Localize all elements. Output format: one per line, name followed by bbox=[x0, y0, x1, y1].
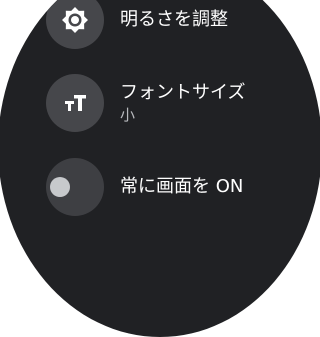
settings-screen: 明るさを調整 フォントサイズ 小 常に画面を ON bbox=[0, 0, 320, 337]
always-on-toggle[interactable] bbox=[46, 158, 104, 216]
always-on-screen-setting[interactable]: 常に画面を ON bbox=[46, 158, 320, 216]
font-size-value: 小 bbox=[120, 106, 136, 124]
font-size-icon-button[interactable] bbox=[46, 74, 104, 132]
brightness-setting[interactable]: 明るさを調整 bbox=[46, 0, 320, 49]
always-on-label: 常に画面を ON bbox=[120, 176, 244, 197]
font-size-setting[interactable]: フォントサイズ 小 bbox=[46, 74, 320, 132]
font-size-label: フォントサイズ bbox=[120, 82, 246, 103]
brightness-icon-button[interactable] bbox=[46, 0, 104, 49]
brightness-icon bbox=[62, 7, 88, 33]
font-size-icon bbox=[65, 95, 86, 111]
toggle-switch-icon bbox=[50, 177, 70, 197]
brightness-label: 明るさを調整 bbox=[120, 9, 228, 30]
